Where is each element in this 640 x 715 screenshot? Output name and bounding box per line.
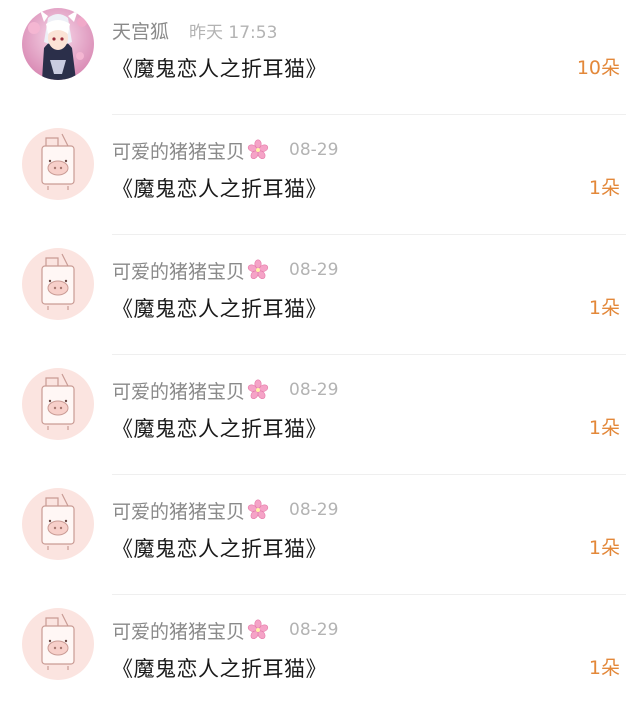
item-title[interactable]: 《魔鬼恋人之折耳猫》	[112, 413, 327, 443]
row-meta: 可爱的猪猪宝贝 08-29	[112, 617, 338, 643]
sakura-flower-icon	[247, 619, 269, 641]
timestamp: 08-29	[289, 380, 339, 400]
gift-count: 1朵	[588, 537, 620, 559]
timestamp: 08-29	[289, 500, 339, 520]
item-title[interactable]: 《魔鬼恋人之折耳猫》	[112, 653, 327, 683]
item-title[interactable]: 《魔鬼恋人之折耳猫》	[112, 53, 327, 83]
sakura-flower-icon	[247, 259, 269, 281]
item-title[interactable]: 《魔鬼恋人之折耳猫》	[112, 293, 327, 323]
gift-record-list: 天宫狐 昨天 17:53 《魔鬼恋人之折耳猫》 10朵 可爱的猪猪宝贝 08-2…	[0, 0, 640, 715]
list-item[interactable]: 可爱的猪猪宝贝 08-29 《魔鬼恋人之折耳猫》 1朵	[0, 475, 640, 595]
sakura-flower-icon	[247, 379, 269, 401]
timestamp: 08-29	[289, 140, 339, 160]
user-name[interactable]: 可爱的猪猪宝贝	[112, 257, 245, 284]
timestamp: 08-29	[289, 260, 339, 280]
sakura-flower-icon	[247, 499, 269, 521]
sakura-flower-icon	[247, 139, 269, 161]
list-item[interactable]: 可爱的猪猪宝贝 08-29 《魔鬼恋人之折耳猫》 1朵	[0, 595, 640, 715]
gift-count: 1朵	[588, 417, 620, 439]
pig-avatar	[22, 128, 94, 200]
row-meta: 可爱的猪猪宝贝 08-29	[112, 377, 338, 403]
user-name[interactable]: 可爱的猪猪宝贝	[112, 377, 245, 404]
item-title[interactable]: 《魔鬼恋人之折耳猫》	[112, 533, 327, 563]
avatar[interactable]	[22, 8, 94, 80]
user-name[interactable]: 可爱的猪猪宝贝	[112, 497, 245, 524]
row-meta: 可爱的猪猪宝贝 08-29	[112, 497, 338, 523]
gift-count: 1朵	[588, 657, 620, 679]
pig-avatar	[22, 368, 94, 440]
pig-avatar	[22, 488, 94, 560]
avatar[interactable]	[22, 368, 94, 440]
avatar[interactable]	[22, 128, 94, 200]
timestamp: 08-29	[289, 620, 339, 640]
list-item[interactable]: 可爱的猪猪宝贝 08-29 《魔鬼恋人之折耳猫》 1朵	[0, 235, 640, 355]
row-meta: 天宫狐 昨天 17:53	[112, 17, 277, 43]
gift-count: 1朵	[588, 177, 620, 199]
anime-character-avatar	[22, 8, 94, 80]
user-name[interactable]: 可爱的猪猪宝贝	[112, 137, 245, 164]
avatar[interactable]	[22, 248, 94, 320]
pig-avatar	[22, 608, 94, 680]
row-meta: 可爱的猪猪宝贝 08-29	[112, 137, 338, 163]
avatar[interactable]	[22, 608, 94, 680]
gift-count: 1朵	[588, 297, 620, 319]
user-name[interactable]: 天宫狐	[112, 17, 169, 44]
row-meta: 可爱的猪猪宝贝 08-29	[112, 257, 338, 283]
pig-avatar	[22, 248, 94, 320]
list-item[interactable]: 可爱的猪猪宝贝 08-29 《魔鬼恋人之折耳猫》 1朵	[0, 355, 640, 475]
user-name[interactable]: 可爱的猪猪宝贝	[112, 617, 245, 644]
item-title[interactable]: 《魔鬼恋人之折耳猫》	[112, 173, 327, 203]
timestamp: 昨天 17:53	[189, 22, 278, 43]
list-item[interactable]: 天宫狐 昨天 17:53 《魔鬼恋人之折耳猫》 10朵	[0, 0, 640, 115]
gift-count: 10朵	[576, 57, 620, 79]
list-item[interactable]: 可爱的猪猪宝贝 08-29 《魔鬼恋人之折耳猫》 1朵	[0, 115, 640, 235]
avatar[interactable]	[22, 488, 94, 560]
